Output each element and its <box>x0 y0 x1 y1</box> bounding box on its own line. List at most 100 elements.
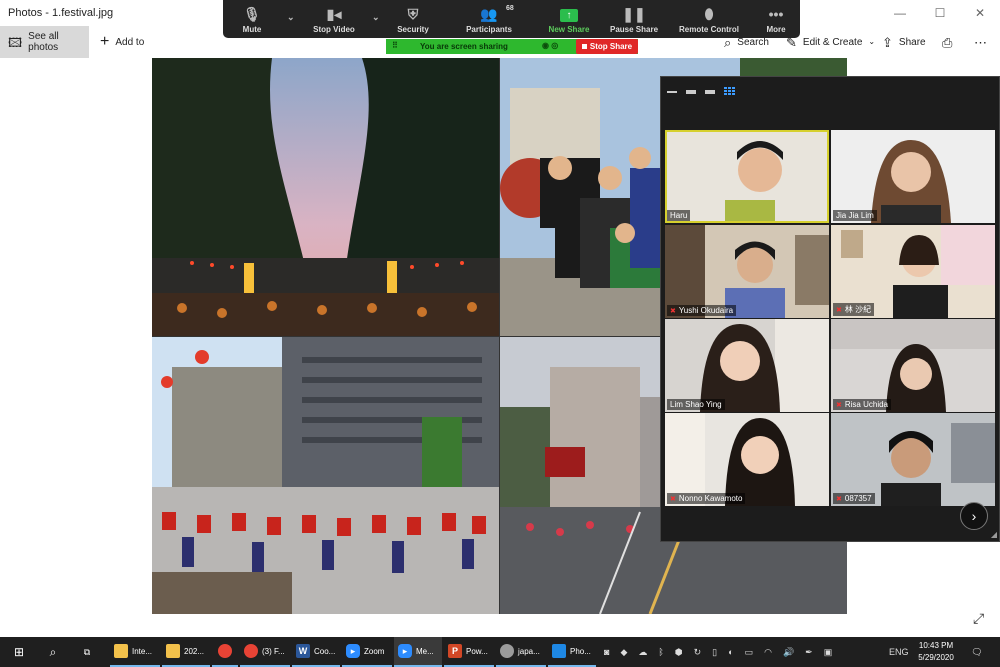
video-tile-hayashi-saki[interactable]: ✖ 林 沙紀 <box>831 225 995 318</box>
security-button[interactable]: ⛨ Security <box>393 0 433 38</box>
notification-icon: 🗨 <box>971 646 983 657</box>
muted-microphone-icon: ✖ <box>836 495 842 503</box>
close-button[interactable]: ✕ <box>960 0 1000 26</box>
participant-name-tag: ✖ Nonno Kawamoto <box>667 493 746 504</box>
participant-name-tag: Lim Shao Ying <box>667 399 725 410</box>
microphone-icon: 🎙 <box>243 6 261 22</box>
battery-icon[interactable]: ▭ <box>745 647 754 658</box>
view-mode-bar <box>667 85 736 99</box>
expand-icon[interactable]: ⤢ <box>973 610 984 627</box>
speaker-view-icon[interactable] <box>705 90 715 94</box>
taskbar-app-label: Inte... <box>132 646 153 656</box>
taskbar-app-1[interactable]: 202... <box>162 637 210 667</box>
video-options-chevron-icon[interactable]: ⌄ <box>372 12 380 23</box>
taskbar-app-3[interactable]: (3) F... <box>240 637 290 667</box>
volume-icon[interactable]: 🔊 <box>783 647 794 658</box>
chevron-right-icon: › <box>971 508 977 524</box>
pause-share-button[interactable]: ❚❚ Pause Share <box>608 0 660 38</box>
see-all-photos-button[interactable]: 🖾 See all photos <box>0 26 89 58</box>
sync-icon[interactable]: ↻ <box>694 647 702 658</box>
zoom-gallery-panel: Haru Jia Jia Lim ✖ Yushi Okudaira ✖ 林 沙紀 L… <box>660 76 1000 542</box>
drag-handle-icon[interactable]: ⠿ <box>392 41 398 50</box>
remote-control-button[interactable]: ⬮ Remote Control <box>677 0 741 38</box>
minimize-view-icon[interactable] <box>667 91 677 93</box>
clock-time: 10:43 PM <box>918 641 954 650</box>
video-tile-lim-shao-ying[interactable]: Lim Shao Ying <box>665 319 829 412</box>
phone-icon[interactable]: ▯ <box>712 647 717 658</box>
taskbar-app-2[interactable] <box>212 637 238 667</box>
minimize-button[interactable]: — <box>880 0 920 26</box>
stop-video-label: Stop Video <box>313 25 355 34</box>
audio-options-chevron-icon[interactable]: ⌄ <box>287 12 295 23</box>
task-view-button[interactable]: ⧉ <box>74 637 100 667</box>
more-button[interactable]: ••• More <box>761 0 791 38</box>
screen-sharing-banner: ⠿ You are screen sharing ◉ ◎ Stop Share <box>386 39 638 54</box>
video-tile-yushi-okudaira[interactable]: ✖ Yushi Okudaira <box>665 225 829 318</box>
wifi-icon[interactable]: ◠ <box>764 647 772 658</box>
video-tile-jia-jia-lim[interactable]: Jia Jia Lim <box>831 130 995 223</box>
zoom-meeting-controls: 🎙 Mute ⌄ ▮◂ Stop Video ⌄ ⛨ Security 👥 Pa… <box>223 0 800 38</box>
resize-grip-icon[interactable]: ◢ <box>991 530 997 539</box>
participant-name-tag: ✖ 087357 <box>833 493 875 504</box>
taskbar-app-0[interactable]: Inte... <box>110 637 160 667</box>
bluetooth-icon[interactable]: ᛒ <box>658 647 663 657</box>
new-share-button[interactable]: ↑ New Share <box>545 0 593 38</box>
remote-control-label: Remote Control <box>679 25 739 34</box>
desktop: Photos - 1.festival.jpg — ☐ ✕ 🖾 See all … <box>0 0 1000 667</box>
taskbar-app-5[interactable]: ▸ Zoom <box>342 637 392 667</box>
video-tile-haru[interactable]: Haru <box>665 130 829 223</box>
dropbox-icon[interactable]: ◆ <box>620 647 627 658</box>
stop-share-button[interactable]: Stop Share <box>576 39 638 54</box>
share-status-icons[interactable]: ◉ ◎ <box>542 41 558 50</box>
antivirus-icon[interactable]: ⬢ <box>675 647 683 658</box>
taskbar-app-9[interactable]: Pho... <box>548 637 596 667</box>
share-arrow-icon: ↑ <box>560 9 578 22</box>
taskbar-app-6[interactable]: ▸ Me... <box>394 637 442 667</box>
close-icon: ✕ <box>974 6 986 20</box>
start-button[interactable]: ⊞ <box>6 637 32 667</box>
taskbar-app-4[interactable]: W Coo... <box>292 637 340 667</box>
taskbar-app-8[interactable]: japa... <box>496 637 546 667</box>
zoom-meeting-icon: ▸ <box>398 644 412 658</box>
video-tile-risa-uchida[interactable]: ✖ Risa Uchida <box>831 319 995 412</box>
gallery-icon: 🖾 <box>8 34 23 50</box>
participant-name: Jia Jia Lim <box>836 211 874 220</box>
mute-button[interactable]: 🎙 Mute <box>233 0 271 38</box>
search-taskbar-button[interactable]: ⌕ <box>40 637 66 667</box>
next-page-button[interactable]: › <box>960 502 988 530</box>
share-button[interactable]: ⇪ Share <box>874 26 934 58</box>
windows-taskbar: ⊞ ⌕ ⧉ Inte... 202... (3) F... W Coo... ▸ <box>0 637 1000 667</box>
tray-app-icon[interactable]: ◐ <box>728 647 733 657</box>
more-options-button[interactable]: ⋯ <box>966 26 995 58</box>
taskbar-app-7[interactable]: P Pow... <box>444 637 494 667</box>
video-tile-087357[interactable]: ✖ 087357 <box>831 413 995 506</box>
cloud-icon[interactable]: ☁ <box>638 647 647 658</box>
participant-name: 087357 <box>844 494 872 503</box>
zoom-icon: ▸ <box>346 644 360 658</box>
language-indicator[interactable]: ENG <box>889 637 909 667</box>
clock[interactable]: 10:43 PM 5/29/2020 <box>913 640 959 664</box>
muted-microphone-icon: ✖ <box>670 495 676 503</box>
pen-icon[interactable]: ✒ <box>805 647 813 658</box>
single-view-icon[interactable] <box>686 90 696 94</box>
notifications-button[interactable]: 🗨 <box>966 637 988 667</box>
taskbar-app-label: (3) F... <box>262 646 285 656</box>
add-to-label: Add to <box>115 36 145 48</box>
participant-name-tag: Haru <box>667 210 691 221</box>
discord-icon[interactable]: ◙ <box>604 647 609 657</box>
mute-label: Mute <box>242 25 262 34</box>
maximize-button[interactable]: ☐ <box>920 0 960 26</box>
gallery-view-icon[interactable] <box>724 87 736 97</box>
meet-now-icon[interactable]: ▣ <box>824 647 833 658</box>
more-label: More <box>766 25 786 34</box>
stop-video-button[interactable]: ▮◂ Stop Video <box>307 0 361 38</box>
participant-name: Risa Uchida <box>844 400 889 409</box>
add-to-button[interactable]: + Add to <box>92 26 152 58</box>
maximize-icon: ☐ <box>934 6 946 20</box>
video-tile-nonno-kawamoto[interactable]: ✖ Nonno Kawamoto <box>665 413 829 506</box>
taskbar-app-label: Zoom <box>364 646 385 656</box>
share-label: Share <box>898 36 926 48</box>
print-button[interactable]: ⎙ <box>934 26 960 58</box>
muted-microphone-icon: ✖ <box>836 401 842 409</box>
search-icon: ⌕ <box>49 644 57 659</box>
